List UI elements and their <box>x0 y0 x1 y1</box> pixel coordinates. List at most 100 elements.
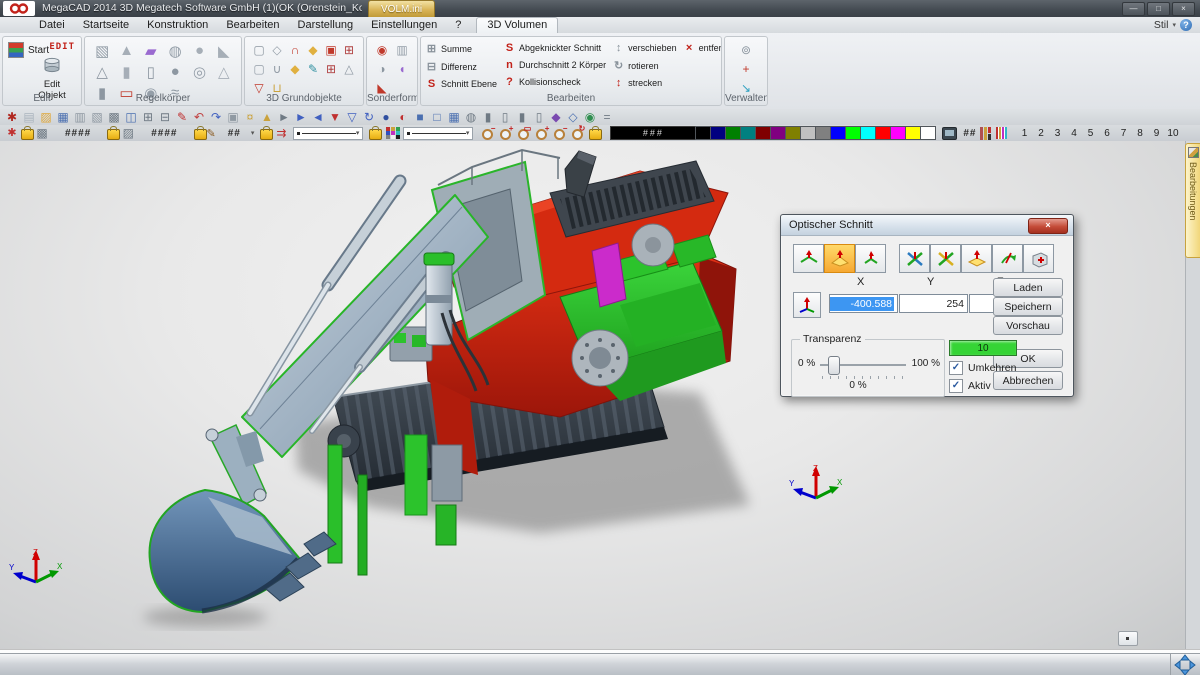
ball-icon[interactable]: ● <box>164 62 186 81</box>
sheet-merge-icon[interactable]: ⊟ <box>157 110 173 124</box>
transparency-slider-thumb[interactable] <box>828 356 840 375</box>
rotate-section-button[interactable] <box>992 244 1023 273</box>
cigar-icon[interactable]: ✎ <box>305 60 321 77</box>
pipe-icon[interactable]: ∪ <box>269 60 285 77</box>
box-icon[interactable]: ▢ <box>251 41 267 58</box>
erase-icon[interactable]: ◐ <box>395 110 411 124</box>
section-z-button[interactable] <box>855 244 886 273</box>
ribbon-button-differenz[interactable]: ⊟Differenz <box>425 60 497 73</box>
color-swatch-12[interactable] <box>875 126 891 140</box>
color-swatch-10[interactable] <box>845 126 861 140</box>
plane-section-button[interactable] <box>961 244 992 273</box>
menu-item-datei[interactable]: Datei <box>30 17 74 33</box>
color-swatch-7[interactable] <box>800 126 816 140</box>
level-6[interactable]: 6 <box>1099 128 1114 139</box>
color-swatch-4[interactable] <box>755 126 771 140</box>
level-10[interactable]: 10 <box>1165 128 1180 139</box>
move-down-icon[interactable]: ▼ <box>327 110 343 124</box>
save-icon[interactable]: ▦ <box>55 110 71 124</box>
bin2-icon[interactable]: ▯ <box>497 110 513 124</box>
cone-scaled-icon[interactable]: △ <box>91 62 113 81</box>
pen-icon[interactable]: ✎ <box>207 127 216 140</box>
pen-colors-icon[interactable] <box>996 127 1007 139</box>
colorwheel-icon[interactable]: ◉ <box>582 110 598 124</box>
sheet-icon[interactable]: ▩ <box>106 110 122 124</box>
ribbon-button-abgeknickter-schnitt[interactable]: SAbgeknickter Schnitt <box>503 42 606 54</box>
excavator-model[interactable] <box>60 145 800 650</box>
linewidth-select[interactable]: ▾ <box>403 127 473 140</box>
dialog-close-button[interactable]: × <box>1028 218 1068 234</box>
cone-icon[interactable]: ▲ <box>115 41 137 60</box>
zoom-tool-icon[interactable] <box>534 126 549 140</box>
menu-item-darstellung[interactable]: Darstellung <box>289 17 363 33</box>
minimize-button[interactable]: — <box>1122 2 1145 16</box>
color-grid-icon[interactable] <box>386 127 400 139</box>
ribbon-button-strecken[interactable]: ↕strecken <box>612 77 677 89</box>
group-icon[interactable]: ◇ <box>565 110 581 124</box>
level-7[interactable]: 7 <box>1116 128 1131 139</box>
tube-icon[interactable]: ▯ <box>140 62 162 81</box>
free-section-plane-button[interactable] <box>930 244 961 273</box>
cylinder-icon[interactable]: ▮ <box>115 62 137 81</box>
zoom-tool-icon[interactable] <box>516 126 531 140</box>
y-value-field[interactable]: 254 <box>899 294 968 313</box>
color-swatch-2[interactable] <box>725 126 741 140</box>
style-selector[interactable]: Stil <box>1154 19 1169 31</box>
color-swatch-14[interactable] <box>905 126 921 140</box>
ribbon-button-summe[interactable]: ⊞Summe <box>425 42 497 55</box>
help-icon[interactable]: ? <box>1180 19 1192 31</box>
dialog-titlebar[interactable]: Optischer Schnitt × <box>781 215 1073 236</box>
color-swatch-8[interactable] <box>815 126 831 140</box>
axis-plus-icon[interactable]: + <box>731 60 761 77</box>
ribbon-button-verschieben[interactable]: ↕verschieben <box>612 42 677 54</box>
free-section-button[interactable] <box>899 244 930 273</box>
ribbon-button-kollisionscheck[interactable]: ?Kollisionscheck <box>503 76 606 88</box>
clip-icon[interactable]: ◆ <box>548 110 564 124</box>
linetype-lock-icon[interactable] <box>260 129 273 140</box>
viewport-corner-button[interactable] <box>1118 631 1138 646</box>
axis-pick-button[interactable] <box>793 292 821 318</box>
vorschau-button[interactable]: Vorschau <box>993 316 1063 335</box>
sheet-add-icon[interactable]: ⊞ <box>140 110 156 124</box>
wire-cone-icon[interactable]: △ <box>341 60 357 77</box>
bend-icon[interactable]: ∩ <box>287 41 303 58</box>
color-value[interactable]: ## <box>963 128 976 139</box>
linewidth-lock-icon[interactable] <box>369 129 382 140</box>
select-y-icon[interactable]: ◄ <box>310 110 326 124</box>
section-y-button[interactable] <box>824 244 855 273</box>
palette-columns-icon[interactable] <box>980 127 992 140</box>
pen-lock-icon[interactable] <box>194 129 207 140</box>
print-icon[interactable]: ▥ <box>72 110 88 124</box>
shell-icon[interactable]: ▥ <box>393 41 411 58</box>
axis-icon[interactable]: ¤ <box>242 110 258 124</box>
cube-wire-icon[interactable]: □ <box>429 110 445 124</box>
equals-icon[interactable]: = <box>599 110 615 124</box>
session-icon[interactable]: ✱ <box>4 110 20 124</box>
group-value[interactable]: #### <box>151 128 177 139</box>
color-swatch-0[interactable] <box>695 126 711 140</box>
sheet-copy-icon[interactable]: ◫ <box>123 110 139 124</box>
section-depth-field[interactable]: 10 <box>949 340 1017 356</box>
cube-shaded-icon[interactable]: ■ <box>412 110 428 124</box>
pen-value[interactable]: ## <box>228 128 241 139</box>
redo-icon[interactable]: ↷ <box>208 110 224 124</box>
aktiv-checkbox[interactable]: ✓ <box>949 379 963 393</box>
roof-icon[interactable]: ◆ <box>305 41 321 58</box>
ribbon-button-rotieren[interactable]: ↻rotieren <box>612 59 677 72</box>
linetype-select[interactable]: ▾ <box>293 127 363 140</box>
sphere-view-icon[interactable]: ◍ <box>463 110 479 124</box>
box2-icon[interactable]: ▢ <box>251 60 267 77</box>
speichern-button[interactable]: Speichern <box>993 297 1063 316</box>
cube-icon[interactable]: ▧ <box>91 41 113 60</box>
rings-icon[interactable]: ⊚ <box>731 41 761 58</box>
ribbon-button-durchschnitt-2-k-rper[interactable]: nDurchschnitt 2 Körper <box>503 59 606 71</box>
color-swatch-6[interactable] <box>785 126 801 140</box>
bin1-icon[interactable]: ▮ <box>480 110 496 124</box>
undo-icon[interactable]: ↶ <box>191 110 207 124</box>
wedge-icon[interactable]: ◣ <box>213 41 235 60</box>
gift-icon[interactable]: ▣ <box>323 41 339 58</box>
group-lock-icon[interactable] <box>107 129 120 140</box>
layer-lock-icon[interactable] <box>21 129 34 140</box>
color-swatch-5[interactable] <box>770 126 786 140</box>
x-value-field[interactable]: -400.588 <box>829 294 898 313</box>
